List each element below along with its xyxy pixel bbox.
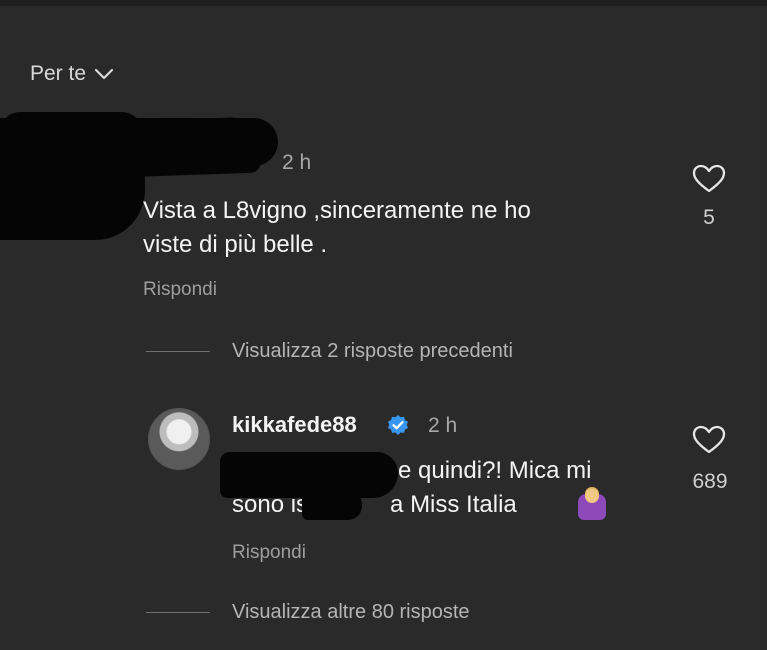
- sort-label: Per te: [30, 62, 87, 85]
- like-count: 5: [703, 206, 715, 229]
- thread-line: [146, 351, 210, 352]
- username[interactable]: kikkafede88: [232, 412, 357, 438]
- woman-shrugging-icon: [578, 489, 606, 520]
- like-count: 689: [692, 470, 728, 493]
- view-previous-replies-button[interactable]: Visualizza 2 risposte precedenti: [232, 340, 513, 363]
- verified-badge-icon: [388, 415, 408, 435]
- comment-text-line: e quindi?! Mica mi: [398, 457, 592, 484]
- redacted-avatar-and-username: [59, 116, 261, 180]
- thread-line: [146, 612, 210, 613]
- comment-text-line: a Miss Italia: [390, 491, 517, 518]
- comment-time: 2 h: [282, 151, 312, 174]
- reply-button[interactable]: Rispondi: [143, 279, 217, 301]
- reply-button[interactable]: Rispondi: [232, 542, 306, 564]
- view-more-replies-button[interactable]: Visualizza altre 80 risposte: [232, 601, 470, 624]
- sort-dropdown[interactable]: Per te: [30, 62, 114, 86]
- avatar[interactable]: [148, 408, 210, 470]
- comment-text-line: viste di più belle .: [143, 231, 328, 258]
- redacted-mention: [302, 492, 362, 520]
- top-divider: [0, 0, 767, 6]
- comment-text: Vista a L8vigno ,sinceramente ne ho vist…: [143, 194, 531, 262]
- comment-time: 2 h: [428, 414, 458, 437]
- comment-text-line: Vista a L8vigno ,sinceramente ne ho: [143, 197, 531, 224]
- heart-icon[interactable]: [692, 164, 726, 194]
- heart-icon[interactable]: [692, 425, 726, 455]
- chevron-down-icon: [94, 68, 114, 80]
